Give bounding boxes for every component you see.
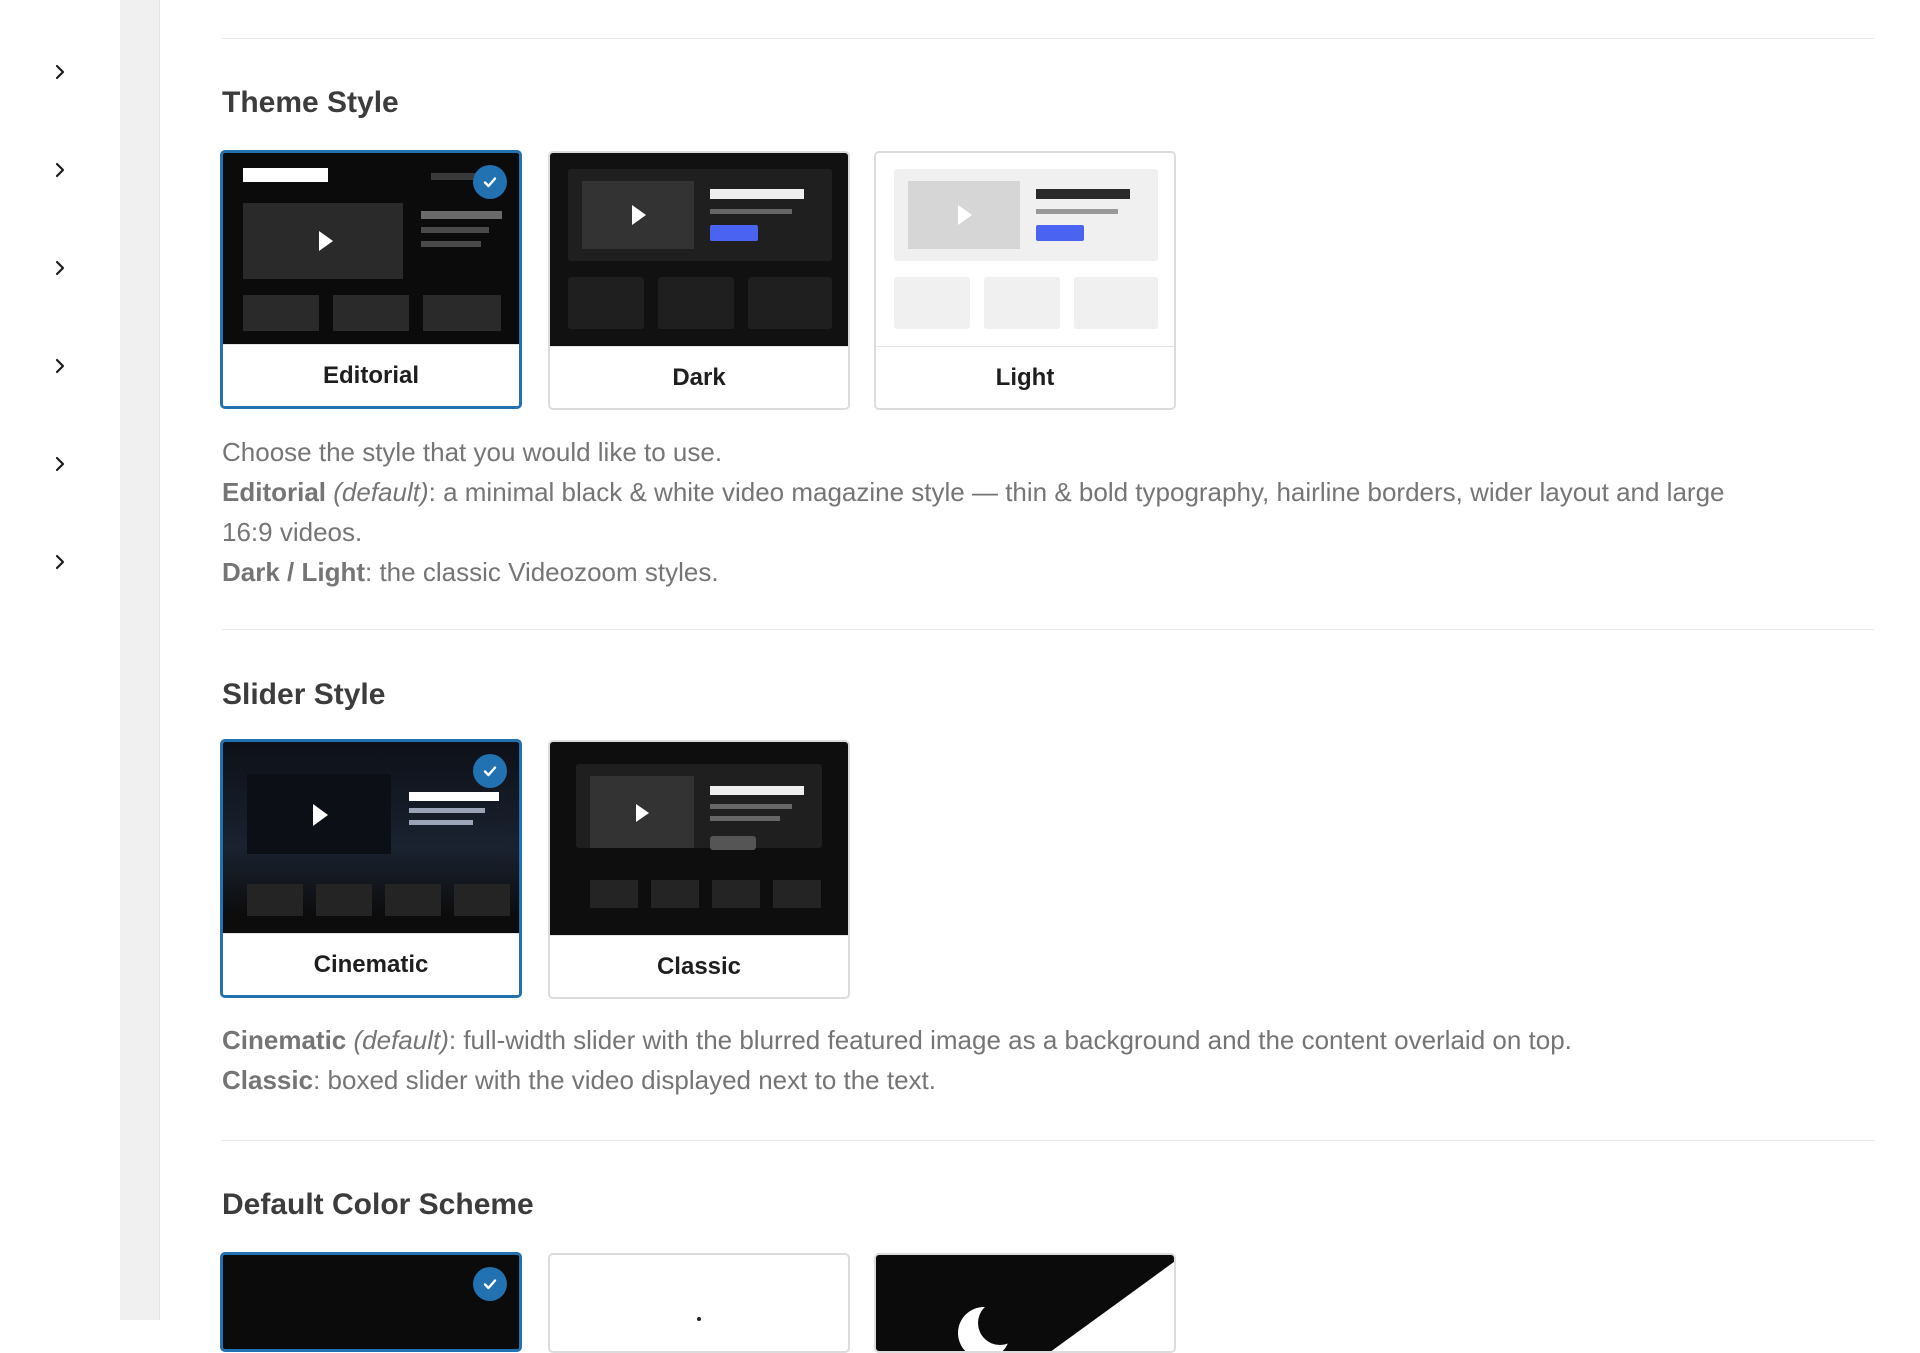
slider-style-description: Cinematic (default): full-width slider w… — [222, 1020, 1782, 1100]
chevron-right-icon[interactable] — [48, 60, 72, 84]
theme-option-editorial[interactable]: Editorial — [220, 150, 522, 409]
theme-style-description: Choose the style that you would like to … — [222, 432, 1782, 592]
slider-option-classic[interactable]: Classic — [548, 740, 850, 999]
color-option-auto[interactable] — [874, 1253, 1176, 1353]
color-scheme-title: Default Color Scheme — [222, 1188, 534, 1221]
selected-check-icon — [473, 754, 507, 788]
theme-option-dark[interactable]: Dark — [548, 151, 850, 410]
option-label: Dark — [550, 346, 848, 408]
option-label: Editorial — [223, 344, 519, 406]
divider — [222, 629, 1874, 630]
description-line: Dark / Light: the classic Videozoom styl… — [222, 557, 719, 587]
panel-gutter — [120, 0, 160, 1320]
option-label: Cinematic — [223, 933, 519, 995]
chevron-right-icon[interactable] — [48, 158, 72, 182]
auto-scheme-icon — [876, 1255, 1174, 1351]
description-line: Editorial (default): a minimal black & w… — [222, 477, 1725, 547]
selected-check-icon — [473, 165, 507, 199]
color-option-light[interactable] — [548, 1253, 850, 1353]
description-line: Classic: boxed slider with the video dis… — [222, 1065, 936, 1095]
description-line: Choose the style that you would like to … — [222, 437, 723, 467]
slider-style-title: Slider Style — [222, 678, 386, 711]
theme-style-title: Theme Style — [222, 86, 399, 119]
chevron-right-icon[interactable] — [48, 354, 72, 378]
option-label: Classic — [550, 935, 848, 997]
description-line: Cinematic (default): full-width slider w… — [222, 1025, 1572, 1055]
option-label: Light — [876, 346, 1174, 408]
settings-content: Theme Style Editorial Dark Light Choose … — [160, 0, 1920, 1353]
divider — [222, 38, 1874, 39]
slider-option-cinematic[interactable]: Cinematic — [220, 739, 522, 998]
selected-check-icon — [473, 1267, 507, 1301]
chevron-right-icon[interactable] — [48, 256, 72, 280]
theme-option-light[interactable]: Light — [874, 151, 1176, 410]
dark-preview — [550, 153, 848, 346]
sun-icon — [697, 1317, 701, 1321]
light-preview — [876, 153, 1174, 346]
divider — [222, 1140, 1874, 1141]
color-option-dark[interactable] — [220, 1252, 522, 1352]
chevron-right-icon[interactable] — [48, 452, 72, 476]
chevron-right-icon[interactable] — [48, 550, 72, 574]
classic-preview — [550, 742, 848, 935]
sidebar — [0, 0, 120, 1320]
